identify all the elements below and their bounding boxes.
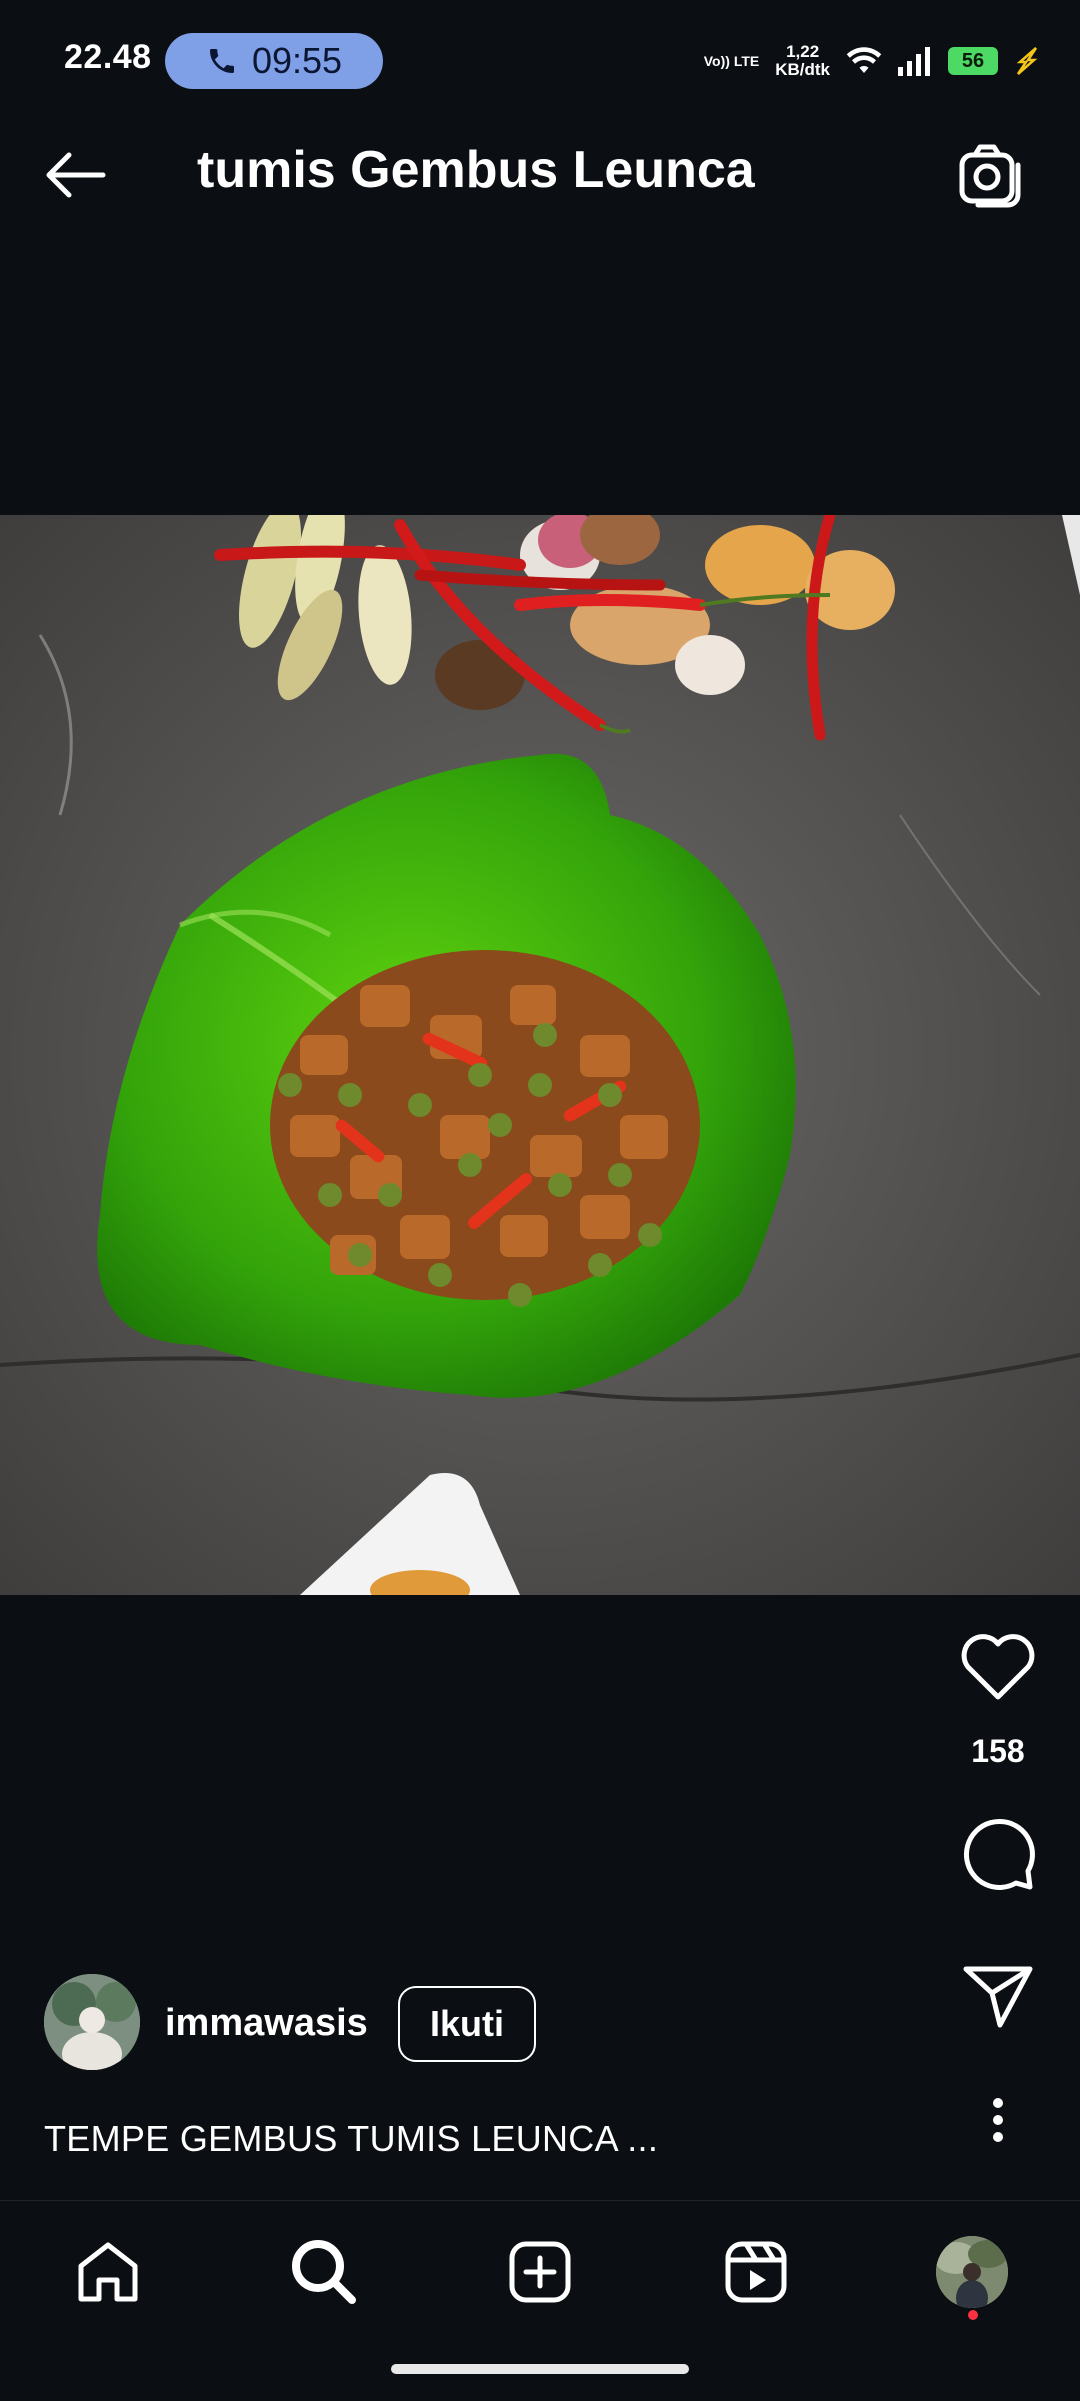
- charging-icon: [1016, 47, 1038, 75]
- username[interactable]: immawasis: [165, 2002, 368, 2045]
- post-caption[interactable]: TEMPE GEMBUS TUMIS LEUNCA ...: [44, 2118, 658, 2160]
- like-count: 158: [971, 1733, 1025, 1769]
- home-indicator[interactable]: [391, 2364, 689, 2374]
- call-duration: 09:55: [251, 40, 343, 81]
- follow-button[interactable]: Ikuti: [398, 1986, 536, 2062]
- food-photo-illustration: [0, 515, 1080, 1595]
- comment-button[interactable]: [955, 1815, 1039, 1895]
- comment-icon: [964, 1819, 1035, 1890]
- camera-button[interactable]: [955, 140, 1027, 212]
- nav-create[interactable]: [500, 2232, 580, 2312]
- wifi-icon: [846, 47, 882, 73]
- reels-icon: [725, 2241, 787, 2303]
- user-avatar-image: [44, 1974, 140, 2070]
- more-options-button[interactable]: [978, 2090, 1018, 2150]
- nav-search[interactable]: [284, 2232, 364, 2312]
- notification-dot: [968, 2310, 978, 2320]
- send-icon: [963, 1966, 1033, 2028]
- search-icon: [292, 2240, 356, 2304]
- back-button[interactable]: [40, 145, 110, 205]
- battery-indicator: 56: [948, 47, 998, 75]
- ongoing-call-pill[interactable]: 09:55: [165, 33, 383, 89]
- like-button[interactable]: [958, 1632, 1038, 1704]
- status-time: 22.48: [64, 38, 152, 76]
- home-icon: [78, 2242, 138, 2302]
- network-speed: 1,22 KB/dtk: [775, 42, 830, 79]
- nav-reels[interactable]: [716, 2232, 796, 2312]
- more-vertical-icon: [993, 2098, 1003, 2142]
- add-post-icon: [509, 2241, 571, 2303]
- page-title: tumis Gembus Leunca: [197, 141, 755, 199]
- profile-avatar: [936, 2236, 1008, 2308]
- post-photo[interactable]: [0, 515, 1080, 1595]
- share-button[interactable]: [958, 1960, 1038, 2032]
- status-icons: Vo)) LTE 1,22 KB/dtk 56: [704, 36, 1040, 86]
- arrow-left-icon: [46, 152, 106, 198]
- avatar[interactable]: [44, 1974, 140, 2070]
- profile-avatar-image: [936, 2236, 1008, 2308]
- nav-profile[interactable]: [932, 2232, 1012, 2312]
- phone-icon: [209, 49, 234, 73]
- signal-icon: [898, 47, 930, 76]
- volte-indicator: Vo)) LTE: [703, 53, 760, 69]
- camera-icon: [959, 144, 1021, 208]
- nav-home[interactable]: [68, 2232, 148, 2312]
- heart-icon: [961, 1634, 1035, 1700]
